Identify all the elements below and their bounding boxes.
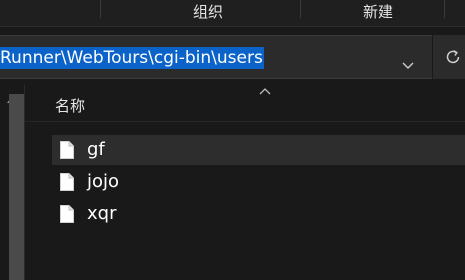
chevron-down-icon <box>402 62 414 69</box>
file-explorer-window: 组织 新建 Runner\WebTours\cgi-bin\users 名称 g… <box>0 0 465 280</box>
ribbon-separator <box>300 0 301 18</box>
address-dropdown-button[interactable] <box>384 44 432 88</box>
address-row: Runner\WebTours\cgi-bin\users <box>0 27 465 85</box>
column-header-name[interactable]: 名称 <box>55 95 85 117</box>
ribbon-organize-label[interactable]: 组织 <box>193 2 223 22</box>
address-bar[interactable]: Runner\WebTours\cgi-bin\users <box>0 35 432 79</box>
file-icon <box>60 173 74 191</box>
file-name: gf <box>87 139 105 160</box>
file-list-pane: 名称 gf jojo xqr <box>25 85 465 280</box>
sort-up-icon <box>259 88 271 95</box>
ribbon-toolbar: 组织 新建 <box>0 0 465 26</box>
file-row-jojo[interactable]: jojo <box>52 167 465 197</box>
file-icon <box>60 141 74 159</box>
ribbon-new-label[interactable]: 新建 <box>363 2 393 22</box>
ribbon-separator <box>444 0 445 18</box>
refresh-icon <box>446 50 459 64</box>
navigation-scrollbar-thumb[interactable] <box>9 94 24 280</box>
file-name: jojo <box>87 171 120 192</box>
file-icon <box>60 205 74 223</box>
file-row-gf[interactable]: gf <box>52 135 465 165</box>
ribbon-separator <box>100 0 101 18</box>
file-name: xqr <box>87 203 117 224</box>
file-row-xqr[interactable]: xqr <box>52 199 465 229</box>
address-path-input[interactable]: Runner\WebTours\cgi-bin\users <box>0 47 264 69</box>
column-header-divider <box>25 121 465 122</box>
refresh-button[interactable] <box>432 35 465 79</box>
